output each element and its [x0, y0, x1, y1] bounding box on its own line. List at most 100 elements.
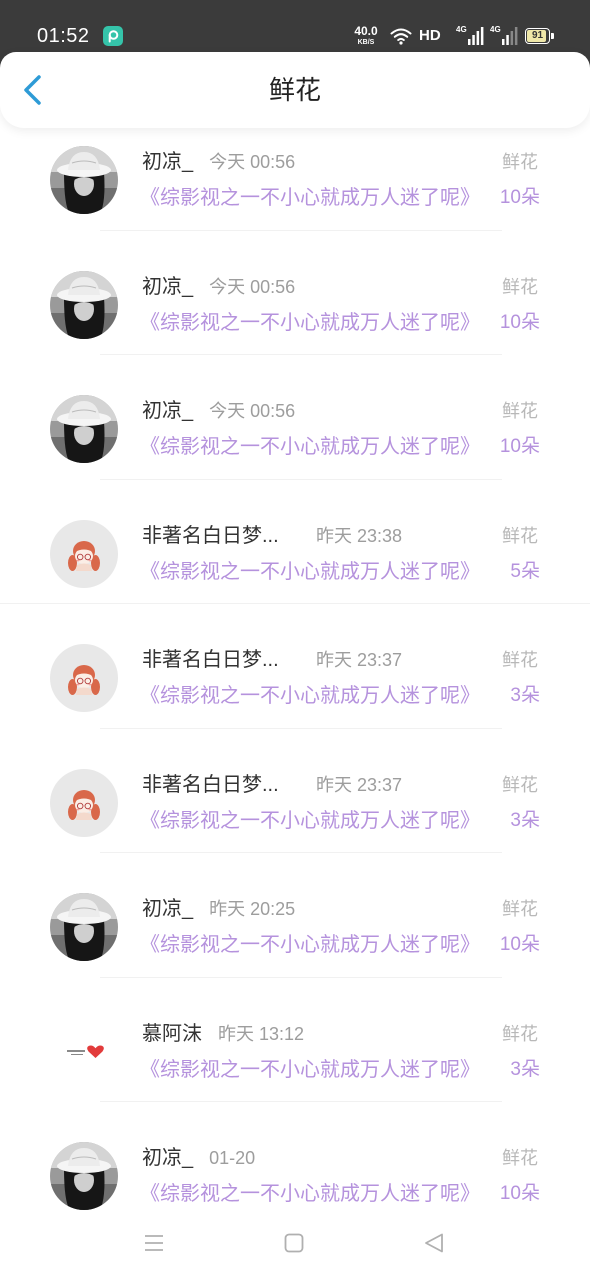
user-avatar[interactable]	[50, 768, 118, 837]
user-avatar[interactable]	[50, 1017, 118, 1086]
cartoon-girl-avatar-icon	[50, 519, 118, 588]
flower-count: 5朵	[510, 560, 540, 582]
back-button[interactable]	[20, 72, 46, 108]
flower-record-item[interactable]: 初凉_ 昨天 20:25 鲜花 《综影视之一不小心就成万人迷了呢》 10朵	[0, 865, 590, 990]
user-avatar[interactable]	[50, 1142, 118, 1210]
flower-record-item[interactable]: 初凉_ 今天 00:56 鲜花 《综影视之一不小心就成万人迷了呢》 10朵	[0, 243, 590, 368]
divider	[100, 1101, 502, 1102]
gift-type-label: 鲜花	[502, 1023, 538, 1044]
flower-count: 3朵	[510, 685, 540, 706]
gift-type-label: 鲜花	[502, 525, 538, 546]
flower-record-list[interactable]: 初凉_ 今天 00:56 鲜花 《综影视之一不小心就成万人迷了呢》 10朵 初凉…	[0, 118, 590, 1280]
send-time: 今天 00:56	[209, 276, 296, 297]
item-header-row: 非著名白日梦... 昨天 23:37	[142, 771, 402, 799]
sender-name[interactable]: 慕阿沫	[142, 1020, 202, 1048]
signal-bars-icon	[502, 27, 518, 45]
book-title[interactable]: 《综影视之一不小心就成万人迷了呢》	[140, 1180, 496, 1208]
square-home-icon	[284, 1233, 304, 1253]
send-time: 昨天 23:37	[316, 650, 403, 670]
flower-count: 3朵	[510, 809, 540, 831]
divider	[100, 229, 502, 231]
book-title[interactable]: 《综影视之一不小心就成万人迷了呢》	[140, 558, 496, 586]
user-avatar[interactable]	[50, 146, 118, 214]
sender-name[interactable]: 非著名白日梦...	[142, 522, 300, 550]
sender-name[interactable]: 初凉_	[142, 397, 193, 425]
divider	[100, 852, 502, 853]
sender-name[interactable]: 初凉_	[142, 1144, 193, 1172]
book-title[interactable]: 《综影视之一不小心就成万人迷了呢》	[140, 931, 496, 959]
flower-count: 10朵	[499, 311, 540, 333]
photo-avatar-icon	[50, 146, 118, 214]
send-time: 昨天 23:38	[316, 525, 403, 546]
system-nav-bar	[0, 1214, 590, 1280]
sender-name[interactable]: 非著名白日梦...	[142, 646, 300, 674]
item-header-row: 非著名白日梦... 昨天 23:38	[142, 522, 402, 550]
network-type-label: 4G	[456, 25, 467, 34]
book-title[interactable]: 《综影视之一不小心就成万人迷了呢》	[140, 1056, 496, 1084]
flower-record-item[interactable]: 非著名白日梦... 昨天 23:37 鲜花 《综影视之一不小心就成万人迷了呢》 …	[0, 741, 590, 866]
photo-avatar-icon	[50, 893, 118, 961]
send-time: 昨天 13:12	[218, 1023, 305, 1044]
gift-type-label: 鲜花	[502, 152, 538, 172]
book-title[interactable]: 《综影视之一不小心就成万人迷了呢》	[140, 309, 496, 337]
menu-icon	[145, 1235, 163, 1251]
nav-menu-button[interactable]	[142, 1231, 166, 1255]
user-avatar[interactable]	[50, 893, 118, 961]
sender-name[interactable]: 初凉_	[142, 273, 193, 301]
wifi-icon	[390, 27, 412, 45]
book-title[interactable]: 《综影视之一不小心就成万人迷了呢》	[140, 433, 496, 461]
flower-record-item[interactable]: 非著名白日梦... 昨天 23:37 鲜花 《综影视之一不小心就成万人迷了呢》 …	[0, 616, 590, 741]
chevron-left-icon	[24, 75, 41, 105]
page-title: 鲜花	[268, 75, 321, 105]
send-time: 昨天 20:25	[209, 899, 296, 919]
battery-cap	[550, 32, 554, 39]
battery-icon: 91	[525, 28, 554, 44]
flower-count: 10朵	[499, 187, 540, 208]
photo-avatar-icon	[50, 1142, 118, 1210]
signal-bars-icon	[468, 27, 484, 45]
cell-signal-1: 4G	[456, 25, 484, 45]
gift-type-label: 鲜花	[502, 899, 538, 919]
send-time: 01-20	[209, 1148, 256, 1168]
flower-record-item[interactable]: 初凉_ 今天 00:56 鲜花 《综影视之一不小心就成万人迷了呢》 10朵	[0, 118, 590, 243]
user-avatar[interactable]	[50, 270, 118, 339]
divider	[0, 603, 590, 604]
gift-type-label: 鲜花	[502, 1148, 538, 1168]
photo-avatar-icon	[50, 270, 118, 339]
book-title[interactable]: 《综影视之一不小心就成万人迷了呢》	[140, 807, 496, 835]
book-title[interactable]: 《综影视之一不小心就成万人迷了呢》	[140, 682, 496, 710]
sender-name[interactable]: 非著名白日梦...	[142, 771, 300, 799]
status-time: 01:52	[37, 25, 90, 47]
book-title[interactable]: 《综影视之一不小心就成万人迷了呢》	[140, 184, 496, 212]
gift-type-label: 鲜花	[502, 401, 538, 421]
flower-record-item[interactable]: 慕阿沫 昨天 13:12 鲜花 《综影视之一不小心就成万人迷了呢》 3朵	[0, 990, 590, 1115]
screen: 01:52 40.0 KB/S HD 4G 4G 91 鲜花 初凉_ 今天 00…	[0, 0, 590, 1280]
nav-home-button[interactable]	[282, 1231, 306, 1255]
network-speed-value: 40.0	[354, 24, 378, 38]
flower-count: 10朵	[499, 934, 540, 955]
flower-record-item[interactable]: 非著名白日梦... 昨天 23:38 鲜花 《综影视之一不小心就成万人迷了呢》 …	[0, 492, 590, 617]
nav-back-button[interactable]	[422, 1231, 446, 1255]
sender-name[interactable]: 初凉_	[142, 148, 193, 176]
user-avatar[interactable]	[50, 519, 118, 588]
send-time: 今天 00:56	[209, 152, 296, 172]
send-time: 今天 00:56	[209, 401, 296, 421]
battery-level: 91	[531, 30, 544, 41]
network-type-label: 4G	[490, 25, 501, 34]
cartoon-girl-avatar-icon	[50, 644, 118, 712]
flower-count: 10朵	[499, 1183, 540, 1204]
gift-type-label: 鲜花	[502, 276, 538, 297]
cell-signal-2: 4G	[490, 25, 518, 45]
user-avatar[interactable]	[50, 395, 118, 463]
item-header-row: 非著名白日梦... 昨天 23:37	[142, 646, 402, 674]
sender-name[interactable]: 初凉_	[142, 895, 193, 923]
flower-record-item[interactable]: 初凉_ 今天 00:56 鲜花 《综影视之一不小心就成万人迷了呢》 10朵	[0, 367, 590, 492]
user-avatar[interactable]	[50, 644, 118, 712]
item-header-row: 初凉_ 今天 00:56	[142, 148, 295, 176]
item-header-row: 初凉_ 今天 00:56	[142, 397, 295, 425]
flower-count: 10朵	[499, 436, 540, 457]
network-speed-unit: KB/S	[357, 39, 375, 46]
divider	[100, 478, 502, 480]
send-time: 昨天 23:37	[316, 774, 403, 795]
item-header-row: 初凉_ 01-20	[142, 1144, 255, 1172]
